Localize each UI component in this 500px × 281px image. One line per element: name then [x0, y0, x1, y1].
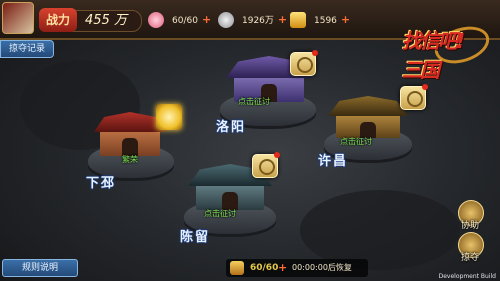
add-gold-button[interactable]: + — [341, 13, 350, 26]
city-name: 许昌 — [318, 154, 349, 169]
city-roof — [328, 96, 408, 116]
rules-button[interactable]: 规则说明 — [2, 259, 78, 277]
recover-timer: 00:00:00后恢复 — [292, 263, 352, 272]
logo-text: 找信吧!三国 — [402, 29, 465, 82]
conquest-scroll-icon[interactable] — [290, 50, 318, 76]
power-display: 战力 455 万 — [39, 8, 142, 32]
cave-shadow — [300, 190, 460, 270]
player-avatar[interactable] — [2, 2, 34, 34]
power-value: 455 万 — [85, 13, 127, 28]
plunder-count: 60/60 — [250, 263, 279, 273]
city-name: 洛阳 — [216, 120, 247, 135]
city-status: 繁荣 — [122, 155, 138, 164]
add-plunder-button[interactable]: + — [278, 259, 287, 277]
plunder-button[interactable]: 掠夺 — [456, 232, 484, 263]
city-name: 下邳 — [86, 176, 117, 191]
plunder-token-icon — [230, 261, 244, 275]
assist-button[interactable]: 协助 — [456, 200, 484, 231]
city-name: 陈留 — [180, 230, 211, 245]
city-status: 点击征讨 — [204, 209, 236, 218]
gold-ingot-icon — [290, 12, 306, 28]
power-badge: 战力 — [39, 8, 77, 32]
add-silver-button[interactable]: + — [278, 13, 287, 26]
city-status: 点击征讨 — [340, 137, 372, 146]
game-logo: 找信吧!三国 — [402, 10, 494, 82]
conquest-scroll-icon[interactable] — [252, 152, 280, 178]
city-status: 点击征讨 — [238, 97, 270, 106]
add-stamina-button[interactable]: + — [202, 13, 211, 26]
game-stage: 战力 455 万 60/60 + 1926万 + 1596 + 找信吧!三国 掠夺记录… — [0, 0, 500, 281]
gold-value: 1596 — [314, 16, 337, 26]
silver-value: 1926万 — [242, 16, 274, 26]
plunder-count-bar: 60/60 + 00:00:00后恢复 — [226, 259, 368, 277]
plunder-label: 掠夺 — [460, 253, 479, 263]
stamina-value: 60/60 — [172, 16, 198, 26]
conquest-scroll-icon[interactable] — [400, 84, 428, 110]
reward-pack-icon[interactable] — [156, 104, 182, 130]
peach-icon — [148, 12, 164, 28]
plunder-log-button[interactable]: 掠夺记录 — [0, 40, 54, 58]
silver-icon — [218, 12, 234, 28]
dev-build-label: Development Build — [438, 273, 496, 280]
assist-label: 协助 — [460, 221, 479, 231]
